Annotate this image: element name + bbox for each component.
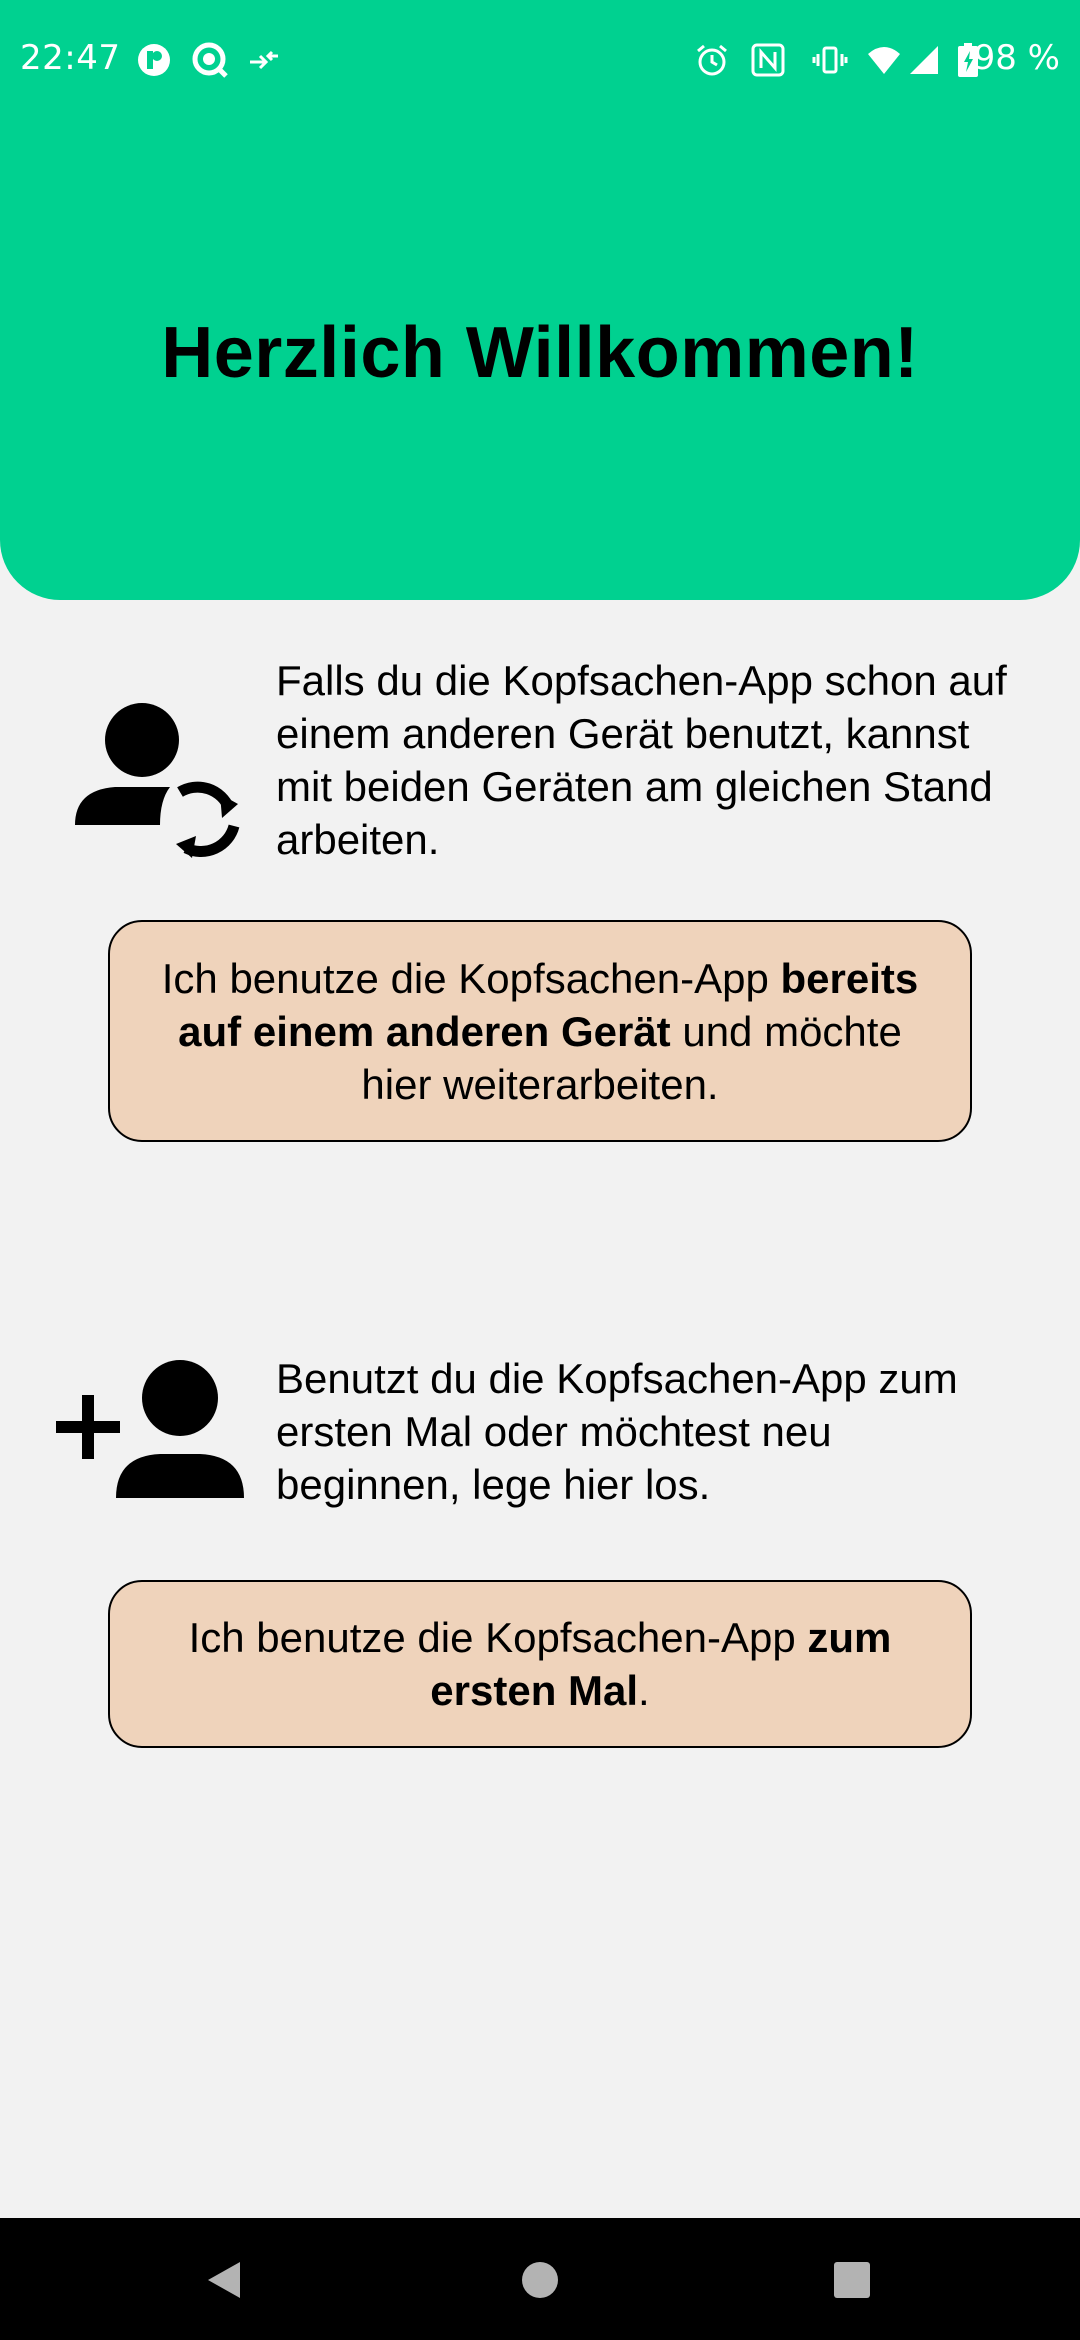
- first-time-button[interactable]: Ich benutze die Kopfsachen-App zum erste…: [108, 1580, 972, 1748]
- person-add-icon: [54, 1356, 244, 1507]
- navigation-bar: [0, 2218, 1080, 2340]
- existing-device-button[interactable]: Ich benutze die Kopfsachen-App bereits a…: [108, 920, 972, 1142]
- wifi-icon: [864, 40, 904, 80]
- alarm-icon: [692, 40, 732, 80]
- battery-percent: 98 %: [973, 38, 1060, 78]
- status-time: 22:47: [20, 38, 121, 78]
- nfc-icon: [748, 40, 788, 80]
- first-time-button-label: Ich benutze die Kopfsachen-App zum erste…: [188, 1614, 892, 1714]
- recents-icon[interactable]: [820, 2248, 884, 2312]
- new-user-description: Benutzt du die Kopfsachen-App zum ersten…: [276, 1355, 958, 1508]
- data-transfer-icon: [244, 40, 284, 80]
- home-icon[interactable]: [508, 2248, 572, 2312]
- cell-signal-icon: [904, 40, 944, 80]
- existing-device-button-label: Ich benutze die Kopfsachen-App bereits a…: [161, 954, 919, 1108]
- status-bar: 22:47 98 %: [0, 0, 1080, 120]
- vibrate-icon: [810, 40, 850, 80]
- search-app-icon: [190, 40, 230, 80]
- existing-device-description: Falls du die Kopfsachen-App schon auf ei…: [276, 657, 1007, 863]
- page-title: Herzlich Willkommen!: [161, 313, 919, 393]
- app-notification-icon: [134, 40, 174, 80]
- person-sync-icon: [70, 690, 240, 865]
- back-icon[interactable]: [192, 2248, 256, 2312]
